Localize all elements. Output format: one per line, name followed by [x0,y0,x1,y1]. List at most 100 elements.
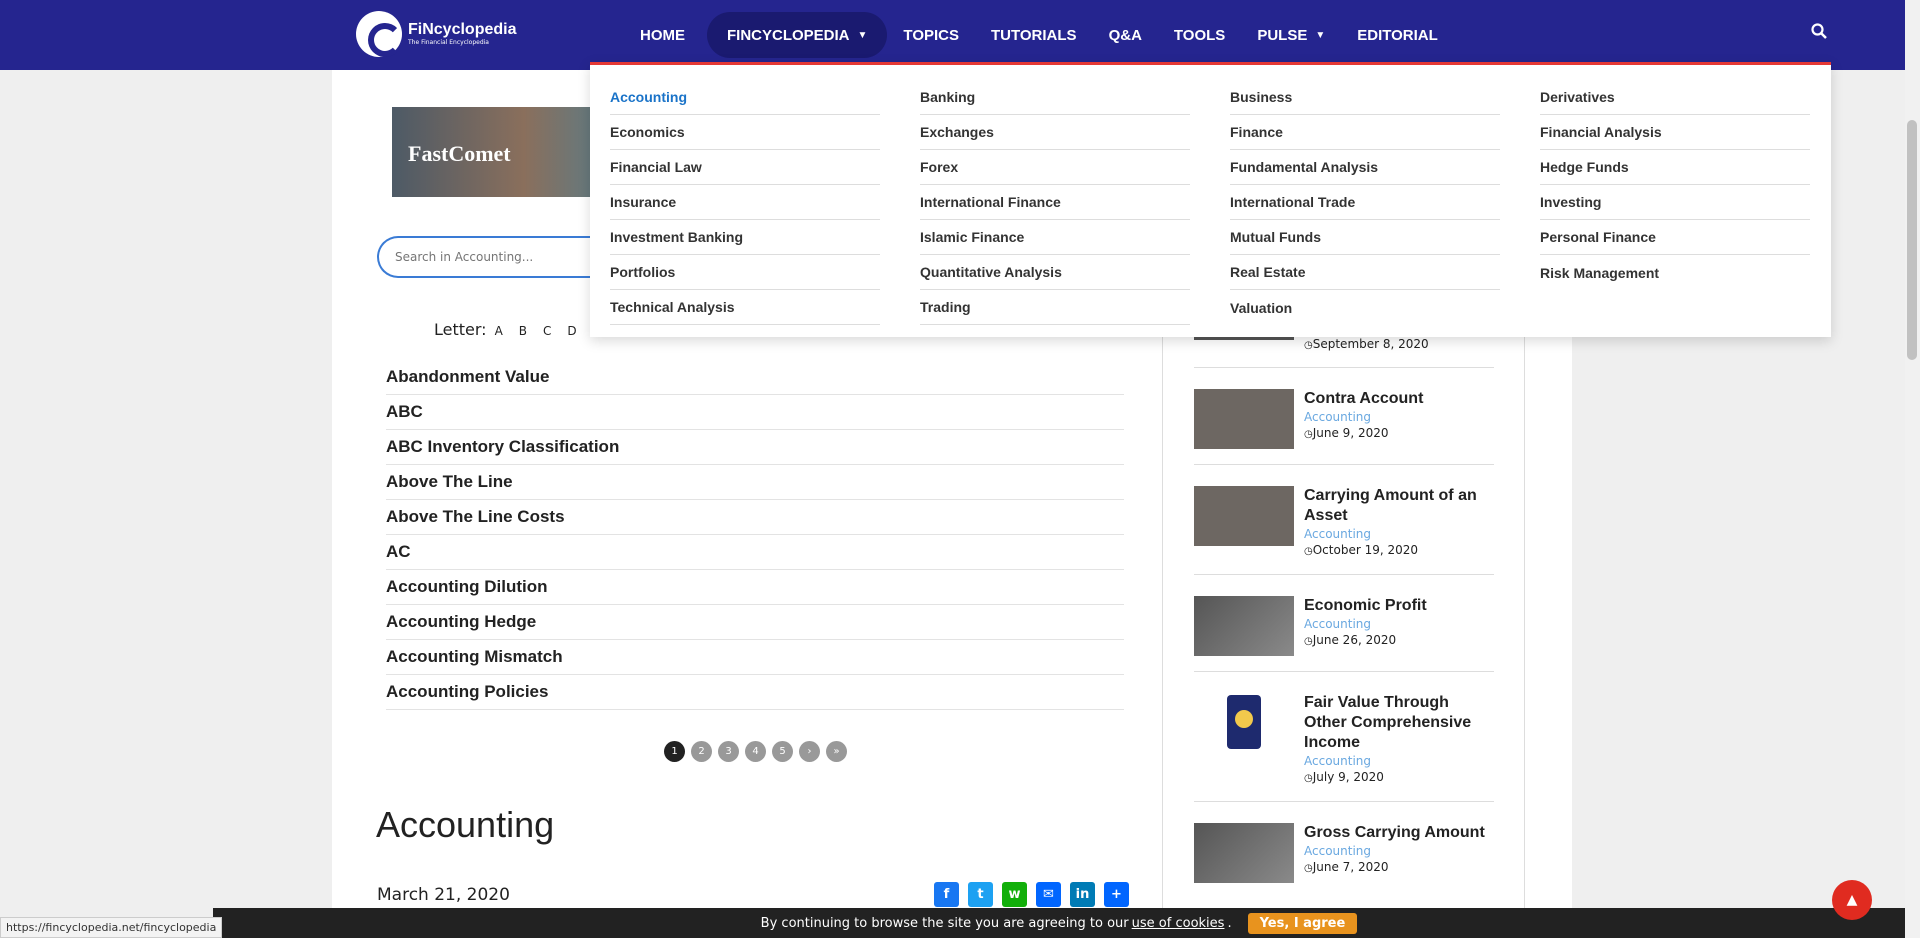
post-thumbnail[interactable] [1194,486,1294,546]
letter-d[interactable]: D [567,324,576,338]
page-2-button[interactable]: 2 [691,741,712,762]
menu-item-financial-law[interactable]: Financial Law [610,150,880,185]
menu-item-economics[interactable]: Economics [610,115,880,150]
email-icon[interactable]: ✉ [1036,882,1061,907]
post-category[interactable]: Accounting [1304,753,1494,769]
scroll-to-top-button[interactable]: ▲ [1832,880,1872,920]
post-category[interactable]: Accounting [1304,409,1494,425]
page-4-button[interactable]: 4 [745,741,766,762]
menu-item-financial-analysis[interactable]: Financial Analysis [1540,115,1810,150]
menu-item-banking[interactable]: Banking [920,80,1190,115]
post-thumbnail[interactable] [1194,389,1294,449]
page-5-button[interactable]: 5 [772,741,793,762]
pagination: 1 2 3 4 5 › » [664,741,853,762]
post-title[interactable]: Carrying Amount of an Asset [1304,486,1494,526]
menu-item-exchanges[interactable]: Exchanges [920,115,1190,150]
linkedin-icon[interactable]: in [1070,882,1095,907]
nav-tools[interactable]: TOOLS [1158,12,1241,58]
scrollbar-thumb[interactable] [1907,120,1917,360]
ad-banner[interactable]: FastComet [392,107,612,197]
post-title[interactable]: Fair Value Through Other Comprehensive I… [1304,693,1494,753]
post-title[interactable]: Economic Profit [1304,596,1494,616]
post-title[interactable]: Contra Account [1304,389,1494,409]
post-date: June 26, 2020 [1304,632,1494,650]
letter-a[interactable]: A [495,324,503,338]
menu-item-trading[interactable]: Trading [920,290,1190,325]
term-link[interactable]: Accounting Dilution [386,570,1124,605]
term-link[interactable]: Above The Line [386,465,1124,500]
last-page-button[interactable]: » [826,741,847,762]
menu-item-technical-analysis[interactable]: Technical Analysis [610,290,880,325]
menu-item-personal-finance[interactable]: Personal Finance [1540,220,1810,255]
menu-item-islamic-finance[interactable]: Islamic Finance [920,220,1190,255]
divider [1194,464,1494,465]
nav-qa[interactable]: Q&A [1093,12,1158,58]
post-title[interactable]: Gross Carrying Amount [1304,823,1494,843]
menu-item-international-trade[interactable]: International Trade [1230,185,1500,220]
logo-icon [356,11,402,57]
term-link[interactable]: Above The Line Costs [386,500,1124,535]
menu-item-insurance[interactable]: Insurance [610,185,880,220]
share-bar: f t w ✉ in + [934,882,1138,907]
menu-item-finance[interactable]: Finance [1230,115,1500,150]
next-page-button[interactable]: › [799,741,820,762]
menu-item-accounting[interactable]: Accounting [610,80,880,115]
menu-item-portfolios[interactable]: Portfolios [610,255,880,290]
chevron-down-icon: ▼ [857,29,868,41]
menu-item-international-finance[interactable]: International Finance [920,185,1190,220]
menu-item-real-estate[interactable]: Real Estate [1230,255,1500,290]
menu-item-mutual-funds[interactable]: Mutual Funds [1230,220,1500,255]
page-3-button[interactable]: 3 [718,741,739,762]
post-category[interactable]: Accounting [1304,843,1494,859]
term-link[interactable]: Accounting Policies [386,675,1124,710]
nav-tutorials[interactable]: TUTORIALS [975,12,1093,58]
term-link[interactable]: ABC Inventory Classification [386,430,1124,465]
search-icon[interactable] [1811,23,1827,39]
letter-b[interactable]: B [519,324,527,338]
post-date: July 9, 2020 [1304,769,1494,787]
term-link[interactable]: AC [386,535,1124,570]
menu-item-quantitative-analysis[interactable]: Quantitative Analysis [920,255,1190,290]
letter-c[interactable]: C [543,324,551,338]
post-thumbnail[interactable] [1194,596,1294,656]
menu-item-risk-management[interactable]: Risk Management [1540,255,1810,290]
nav-home[interactable]: HOME [624,12,701,58]
term-link[interactable]: Accounting Mismatch [386,640,1124,675]
post-thumbnail[interactable] [1194,823,1294,883]
search-input[interactable] [377,236,617,278]
cookie-agree-button[interactable]: Yes, I agree [1247,912,1358,934]
menu-item-investing[interactable]: Investing [1540,185,1810,220]
nav-fincyclopedia[interactable]: FINCYCLOPEDIA ▼ [707,12,888,58]
twitter-icon[interactable]: t [968,882,993,907]
menu-item-investment-banking[interactable]: Investment Banking [610,220,880,255]
share-icon[interactable]: + [1104,882,1129,907]
menu-item-forex[interactable]: Forex [920,150,1190,185]
menu-item-fundamental-analysis[interactable]: Fundamental Analysis [1230,150,1500,185]
menu-item-hedge-funds[interactable]: Hedge Funds [1540,150,1810,185]
cookie-policy-link[interactable]: use of cookies [1132,916,1225,931]
term-link[interactable]: Abandonment Value [386,360,1124,395]
menu-item-valuation[interactable]: Valuation [1230,290,1500,325]
whatsapp-icon[interactable]: w [1002,882,1027,907]
nav-topics[interactable]: TOPICS [887,12,975,58]
chevron-down-icon: ▼ [1315,29,1326,41]
mega-menu-column: Business Finance Fundamental Analysis In… [1230,80,1500,325]
post-date: June 7, 2020 [1304,859,1494,877]
post-thumbnail[interactable] [1194,693,1294,753]
fincyclopedia-mega-menu: Accounting Economics Financial Law Insur… [590,62,1831,337]
post-category[interactable]: Accounting [1304,526,1494,542]
menu-item-business[interactable]: Business [1230,80,1500,115]
nav-pulse[interactable]: PULSE ▼ [1241,12,1341,58]
document-icon [1227,695,1261,749]
cookie-bar: By continuing to browse the site you are… [213,908,1905,938]
letter-label: Letter: [434,320,487,339]
term-link[interactable]: Accounting Hedge [386,605,1124,640]
nav-editorial[interactable]: EDITORIAL [1341,12,1454,58]
post-category[interactable]: Accounting [1304,616,1494,632]
page-1-button[interactable]: 1 [664,741,685,762]
divider [1194,367,1494,368]
term-link[interactable]: ABC [386,395,1124,430]
menu-item-derivatives[interactable]: Derivatives [1540,80,1810,115]
facebook-icon[interactable]: f [934,882,959,907]
site-logo[interactable]: FiNcyclopedia The Financial Encyclopedia [356,11,516,57]
